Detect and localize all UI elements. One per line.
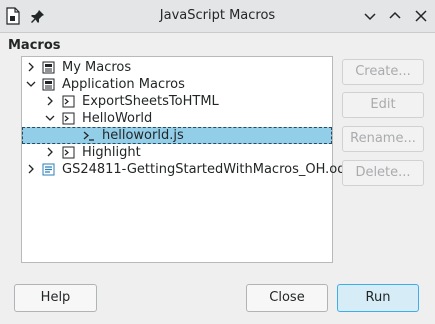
macros-label: Macros [8,38,61,53]
tree-item-label: My Macros [62,60,132,75]
tree-item-document[interactable]: GS24811-GettingStartedWithMacros_OH.odt [22,161,351,178]
document-icon [42,163,55,176]
minimize-icon[interactable] [362,8,378,24]
macro-container-icon [62,146,75,159]
chevron-right-icon[interactable] [45,147,55,157]
tree-item-label: GS24811-GettingStartedWithMacros_OH.odt [62,162,351,177]
help-button[interactable]: Help [14,284,97,312]
tree-item-application-macros[interactable]: Application Macros [22,76,332,93]
chevron-down-icon[interactable] [26,79,36,89]
create-button[interactable]: Create... [342,59,424,85]
tree-item-label: Application Macros [62,77,185,92]
chevron-down-icon[interactable] [45,113,55,123]
rename-button[interactable]: Rename... [342,126,424,152]
run-button[interactable]: Run [337,284,419,312]
delete-button[interactable]: Delete... [342,160,424,186]
tree-item-helloworld[interactable]: HelloWorld [22,110,332,127]
tree-item-label: HelloWorld [82,111,153,126]
title-bar: JavaScript Macros [0,0,435,33]
edit-button[interactable]: Edit [342,92,424,118]
chevron-right-icon[interactable] [45,96,55,106]
maximize-icon[interactable] [387,8,403,24]
tree-item-label: ExportSheetsToHTML [82,94,219,109]
close-button[interactable]: Close [246,284,328,312]
script-icon [83,131,94,141]
macro-container-icon [62,112,75,125]
tree-item-my-macros[interactable]: My Macros [22,59,332,76]
macro-container-icon [62,95,75,108]
tree-item-helloworld-js[interactable]: helloworld.js [22,127,332,144]
chevron-right-icon[interactable] [26,164,36,174]
chevron-right-icon[interactable] [26,62,36,72]
tree-item-label: helloworld.js [102,128,184,143]
library-icon [42,78,55,91]
tree-item-highlight[interactable]: Highlight [22,144,332,161]
close-icon[interactable] [413,8,429,24]
tree-item-label: Highlight [82,145,141,160]
library-icon [42,61,55,74]
macro-tree[interactable]: My Macros Application Macros ExportSheet… [21,56,351,263]
tree-item-exportsheetstohtml[interactable]: ExportSheetsToHTML [22,93,332,110]
